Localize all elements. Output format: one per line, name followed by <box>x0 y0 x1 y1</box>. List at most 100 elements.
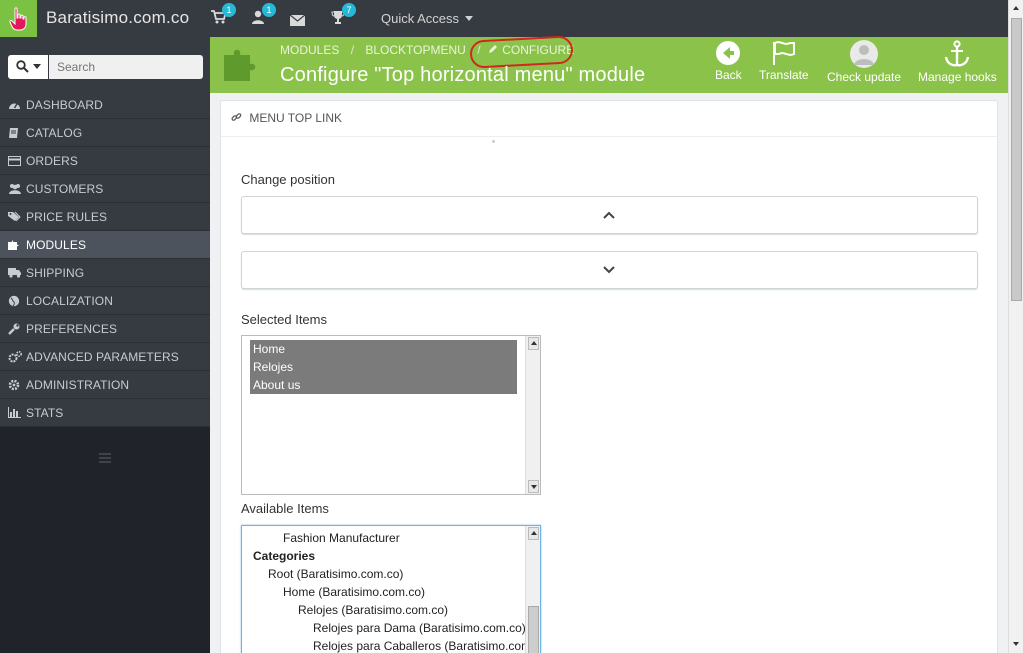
puzzle-module-icon <box>224 49 256 81</box>
sidebar-item-catalog[interactable]: CATALOG <box>0 119 210 147</box>
panel-heading-text: MENU TOP LINK <box>249 111 343 125</box>
cogs-icon <box>8 350 23 363</box>
quick-access-label: Quick Access <box>381 11 460 26</box>
logo[interactable] <box>0 0 37 37</box>
chevron-up-icon <box>603 211 615 219</box>
sidebar-item-label: ADVANCED PARAMETERS <box>26 349 179 364</box>
caret-down-icon <box>33 64 41 69</box>
user-icon[interactable]: 1 <box>251 3 276 29</box>
list-item[interactable]: Relojes <box>250 358 517 376</box>
available-list-scrollbar[interactable] <box>525 526 540 653</box>
trophy-badge: 7 <box>342 3 356 17</box>
translate-button[interactable]: Translate <box>759 40 809 82</box>
selected-options: Home Relojes About us <box>250 340 517 394</box>
anchor-icon <box>945 40 970 67</box>
check-update-button[interactable]: Check update <box>827 40 901 84</box>
sidebar-item-label: MODULES <box>26 237 87 252</box>
sidebar-item-price-rules[interactable]: PRICE RULES <box>0 203 210 231</box>
tags-icon <box>8 211 22 223</box>
search-type-button[interactable] <box>8 55 48 79</box>
scroll-down-arrow[interactable] <box>528 480 539 493</box>
list-item[interactable]: Categories <box>250 547 527 565</box>
back-button[interactable]: Back <box>715 40 742 82</box>
move-down-button[interactable] <box>241 251 978 289</box>
sidebar-item-orders[interactable]: ORDERS <box>0 147 210 175</box>
quick-access-dropdown[interactable]: Quick Access <box>381 11 473 26</box>
sidebar-item-modules[interactable]: MODULES <box>0 231 210 259</box>
available-items-label: Available Items <box>241 501 329 516</box>
search-input[interactable] <box>49 55 203 79</box>
customers-badge: 1 <box>262 3 276 17</box>
sidebar-item-administration[interactable]: ADMINISTRATION <box>0 371 210 399</box>
caret-down-icon <box>464 16 473 21</box>
sidebar-item-label: STATS <box>26 405 64 420</box>
list-item[interactable]: Fashion Manufacturer <box>250 529 527 547</box>
sidebar-item-label: ADMINISTRATION <box>26 377 130 392</box>
dashboard-icon <box>8 99 22 111</box>
sidebar-item-preferences[interactable]: PREFERENCES <box>0 315 210 343</box>
list-item[interactable]: Relojes para Dama (Baratisimo.com.co) <box>250 619 527 637</box>
sidebar-item-label: PREFERENCES <box>26 321 118 336</box>
book-icon <box>8 127 22 139</box>
scroll-thumb[interactable] <box>528 606 539 653</box>
scroll-up-arrow[interactable] <box>1011 2 1022 15</box>
window-scrollbar[interactable] <box>1008 0 1023 653</box>
sidebar-item-customers[interactable]: CUSTOMERS <box>0 175 210 203</box>
users-icon <box>8 183 22 195</box>
scroll-thumb[interactable] <box>1011 18 1022 301</box>
sidebar-item-advanced-parameters[interactable]: ADVANCED PARAMETERS <box>0 343 210 371</box>
panel-heading: MENU TOP LINK <box>221 101 997 137</box>
list-item[interactable]: Home <box>250 340 517 358</box>
manage-hooks-button[interactable]: Manage hooks <box>918 40 997 84</box>
available-options: Fashion Manufacturer Categories Root (Bara… <box>250 529 540 653</box>
scroll-up-arrow[interactable] <box>528 527 539 540</box>
change-position-label: Change position <box>241 172 335 187</box>
collapse-menu-icon[interactable] <box>99 453 111 465</box>
shop-name[interactable]: Baratisimo.com.co <box>46 8 189 28</box>
sidebar-item-stats[interactable]: STATS <box>0 399 210 427</box>
list-item[interactable]: Relojes para Caballeros (Baratisimo.com.… <box>250 637 540 653</box>
selected-list-scrollbar[interactable] <box>525 336 540 494</box>
trophy-icon[interactable]: 7 <box>331 3 356 30</box>
sidebar: DASHBOARD CATALOG ORDERS CUSTOMERS PRICE… <box>0 37 210 653</box>
selected-items-label: Selected Items <box>241 312 327 327</box>
list-item[interactable]: Relojes (Baratisimo.com.co) <box>250 601 527 619</box>
menu-top-link-panel: MENU TOP LINK Change position Selected I… <box>220 100 998 653</box>
move-up-button[interactable] <box>241 196 978 234</box>
back-arrow-icon <box>716 41 741 65</box>
search-icon <box>16 60 29 73</box>
sidebar-item-label: LOCALIZATION <box>26 293 113 308</box>
translate-label: Translate <box>759 68 809 82</box>
divider-dot <box>492 140 495 143</box>
cart-badge: 1 <box>222 3 236 17</box>
scroll-up-arrow[interactable] <box>528 337 539 350</box>
selected-items-list[interactable]: Home Relojes About us <box>241 335 541 495</box>
avatar-icon <box>850 40 879 68</box>
check-update-label: Check update <box>827 70 902 84</box>
breadcrumb-modules[interactable]: MODULES <box>280 43 339 57</box>
breadcrumb-blocktopmenu[interactable]: BLOCKTOPMENU <box>365 43 465 57</box>
scroll-down-arrow[interactable] <box>1011 638 1022 651</box>
list-item[interactable]: About us <box>250 376 517 394</box>
list-item[interactable]: Root (Baratisimo.com.co) <box>250 565 527 583</box>
bar-chart-icon <box>8 406 22 419</box>
page-title: Configure "Top horizontal menu" module <box>280 64 646 86</box>
hand-pointer-icon <box>9 7 27 31</box>
list-item[interactable]: Home (Baratisimo.com.co) <box>250 583 527 601</box>
sidebar-item-label: CUSTOMERS <box>26 181 104 196</box>
sidebar-item-label: CATALOG <box>26 125 83 140</box>
main-menu: DASHBOARD CATALOG ORDERS CUSTOMERS PRICE… <box>0 91 210 427</box>
chevron-down-icon <box>603 266 615 274</box>
sidebar-item-shipping[interactable]: SHIPPING <box>0 259 210 287</box>
sidebar-item-localization[interactable]: LOCALIZATION <box>0 287 210 315</box>
puzzle-icon <box>8 239 22 251</box>
main-content: MENU TOP LINK Change position Selected I… <box>210 93 1008 653</box>
breadcrumb-separator: / <box>350 43 355 57</box>
available-items-list[interactable]: Fashion Manufacturer Categories Root (Bara… <box>241 525 541 653</box>
sidebar-item-label: PRICE RULES <box>26 209 108 224</box>
top-navbar: Baratisimo.com.co 1 1 7 Quick Access <box>0 0 1008 37</box>
wrench-icon <box>8 323 22 335</box>
cart-icon[interactable]: 1 <box>211 3 236 29</box>
sidebar-item-dashboard[interactable]: DASHBOARD <box>0 91 210 119</box>
envelope-icon[interactable] <box>289 13 306 31</box>
